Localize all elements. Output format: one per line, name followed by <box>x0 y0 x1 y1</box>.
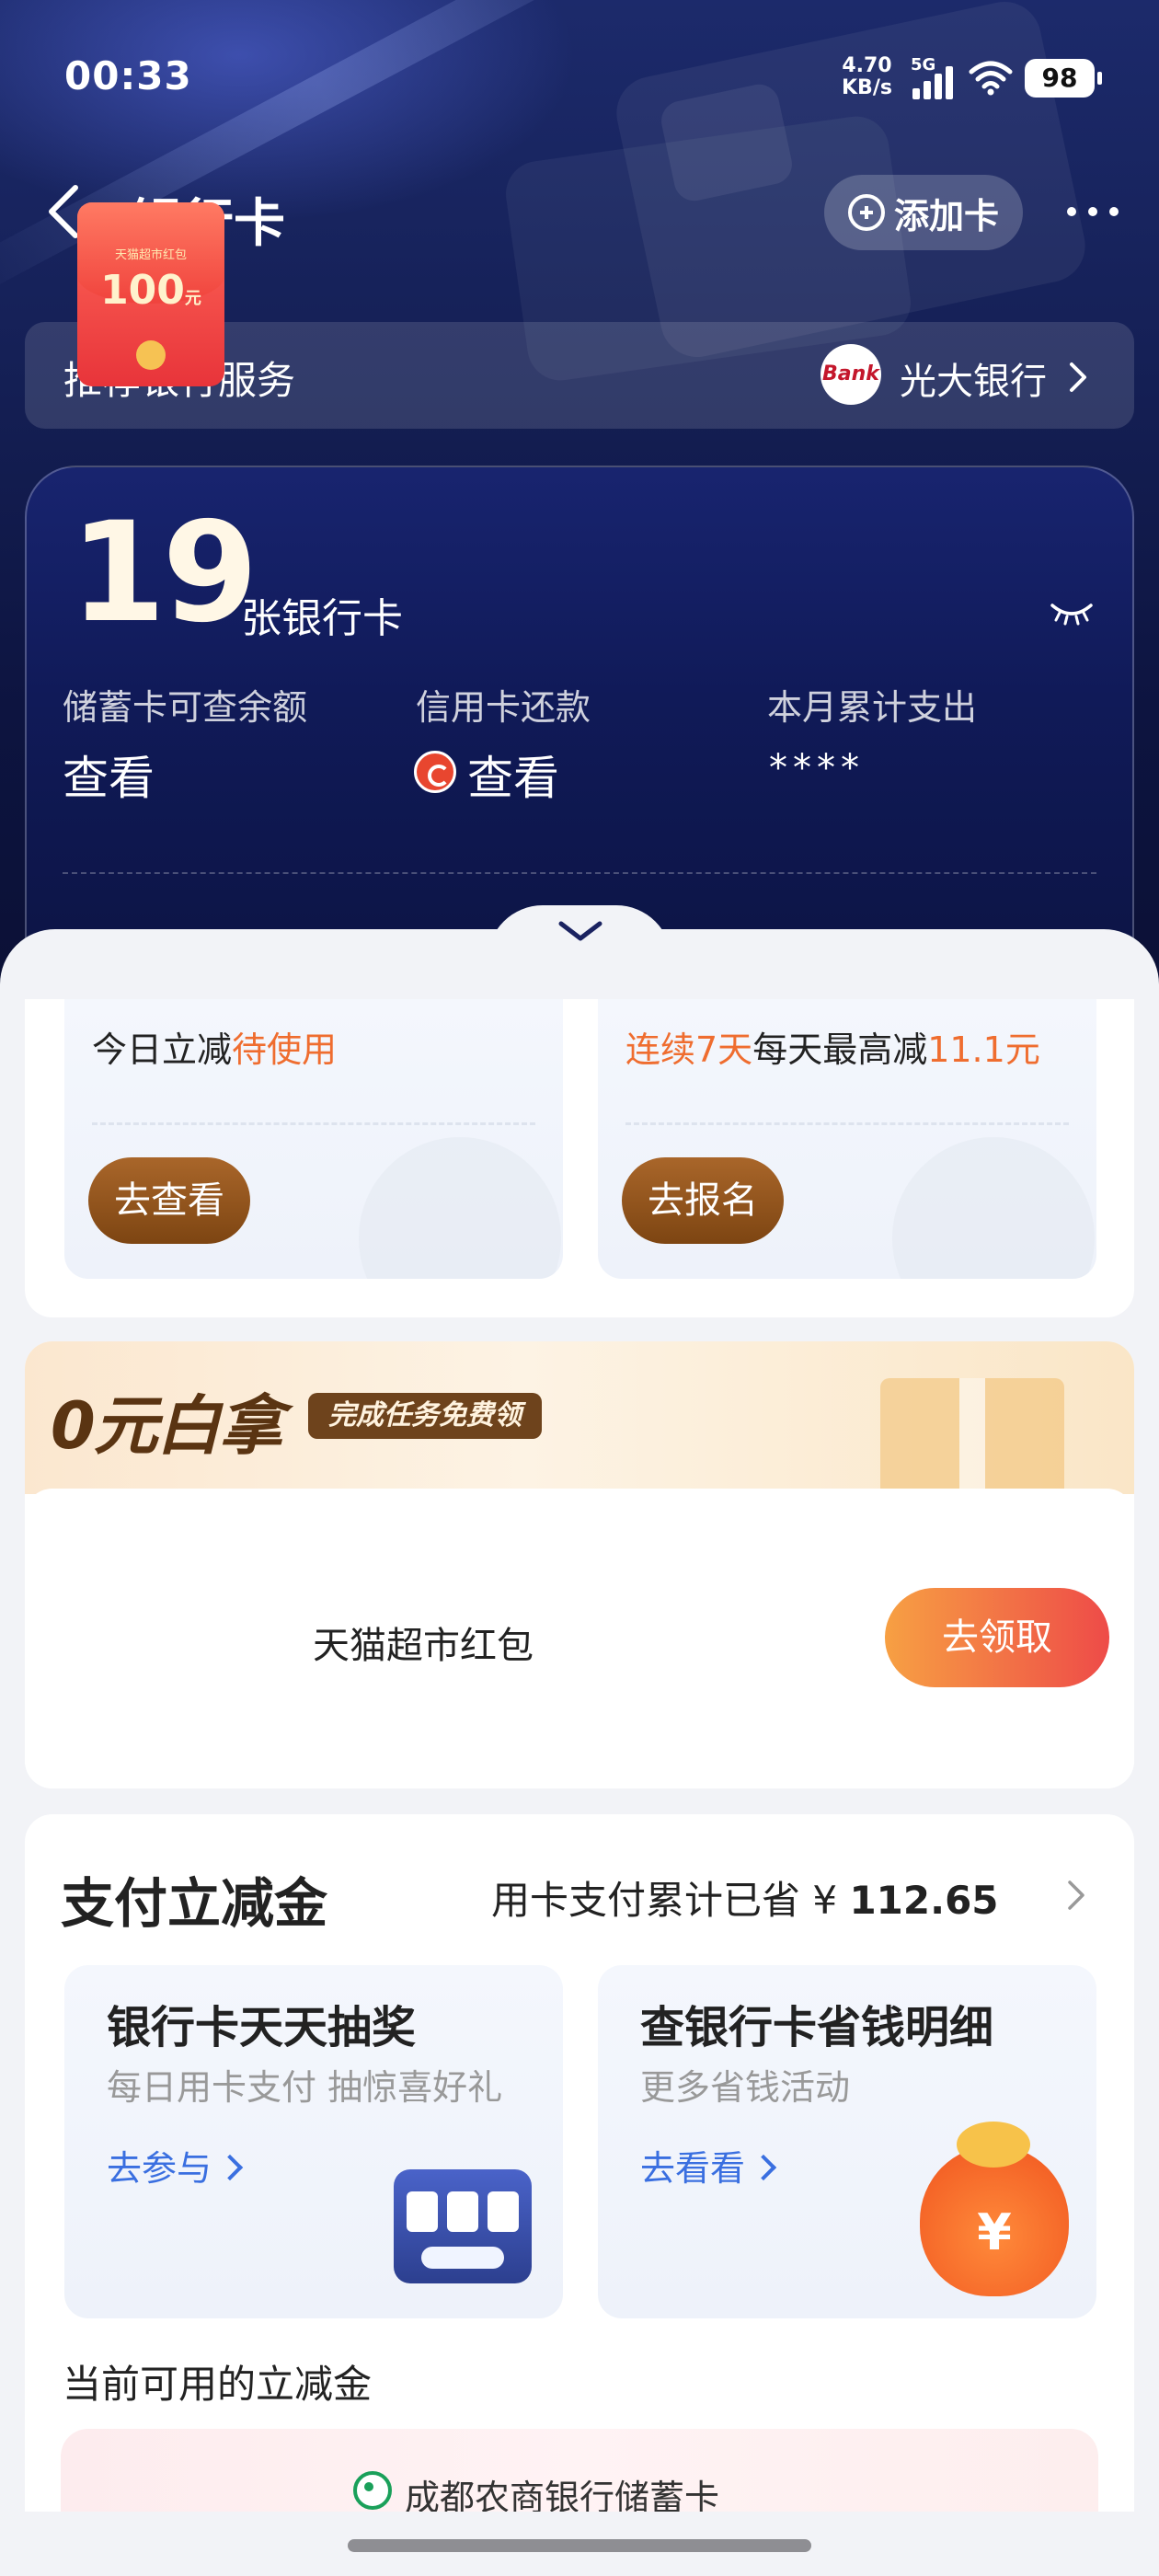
add-card-button[interactable]: 添加卡 <box>824 175 1023 250</box>
savings-balance-label: 储蓄卡可查余额 <box>63 687 308 728</box>
eye-closed-icon[interactable] <box>1049 598 1095 626</box>
home-indicator[interactable] <box>348 2539 811 2552</box>
money-bag-icon: ¥ <box>920 2122 1069 2296</box>
red-packet-image: 天猫超市红包 100元 <box>77 202 224 386</box>
monthly-spending-label: 本月累计支出 <box>767 687 978 728</box>
free-gift-header: 0元白拿 完成任务免费领 <box>25 1341 1134 1498</box>
slot-machine-icon <box>394 2169 532 2283</box>
available-discount-title: 当前可用的立减金 <box>63 2362 373 2407</box>
divider <box>63 872 1096 874</box>
monthly-spending-value: **** <box>769 747 865 789</box>
total-saved[interactable]: 用卡支付累计已省 ¥ 112.65 <box>491 1869 999 1926</box>
free-gift-tag: 完成任务免费领 <box>308 1393 542 1439</box>
more-icon[interactable] <box>1067 193 1119 230</box>
signal-icon: 5G <box>909 55 957 101</box>
wifi-icon <box>969 61 1013 96</box>
chevron-right-icon[interactable] <box>1065 1877 1087 1914</box>
gift-box-icon <box>880 1378 1064 1498</box>
daily-lottery-title: 银行卡天天抽奖 <box>107 2002 417 2053</box>
chevron-right-icon <box>1070 362 1086 392</box>
bank-logo: Bank <box>820 344 881 405</box>
recommend-bank-name: 光大银行 <box>900 361 1047 403</box>
status-bar: 00:33 4.70 KB/s 5G 98 <box>0 0 1159 156</box>
free-gift-item-name: 天猫超市红包 <box>313 1625 534 1667</box>
card-count-unit: 张银行卡 <box>241 595 403 642</box>
credit-repayment-label: 信用卡还款 <box>416 687 591 728</box>
claim-button[interactable]: 去领取 <box>885 1588 1109 1687</box>
participate-link[interactable]: 去参与 <box>107 2140 239 2191</box>
network-speed: 4.70 KB/s <box>842 54 892 99</box>
card-count: 19 <box>70 493 258 653</box>
view-button[interactable]: 去查看 <box>88 1157 250 1244</box>
bank-icon <box>353 2471 392 2510</box>
daily-lottery-subtitle: 每日用卡支付 抽惊喜好礼 <box>107 2067 503 2108</box>
signup-button[interactable]: 去报名 <box>622 1157 784 1244</box>
credit-repay-icon <box>414 751 456 793</box>
free-gift-section: 0元白拿 完成任务免费领 <box>25 1341 1134 1788</box>
credit-repayment-view[interactable]: 查看 <box>467 742 559 808</box>
status-time: 00:33 <box>64 53 192 98</box>
savings-detail-title: 查银行卡省钱明细 <box>640 2002 994 2053</box>
battery-indicator: 98 <box>1025 59 1102 98</box>
savings-detail-subtitle: 更多省钱活动 <box>640 2067 851 2108</box>
plus-circle-icon <box>847 194 885 231</box>
savings-balance-view[interactable]: 查看 <box>63 742 155 808</box>
payment-discount-title: 支付立减金 <box>61 1872 328 1935</box>
chevron-down-icon[interactable] <box>556 916 605 944</box>
view-more-link[interactable]: 去看看 <box>640 2140 773 2191</box>
free-gift-title: 0元白拿 <box>51 1388 283 1464</box>
